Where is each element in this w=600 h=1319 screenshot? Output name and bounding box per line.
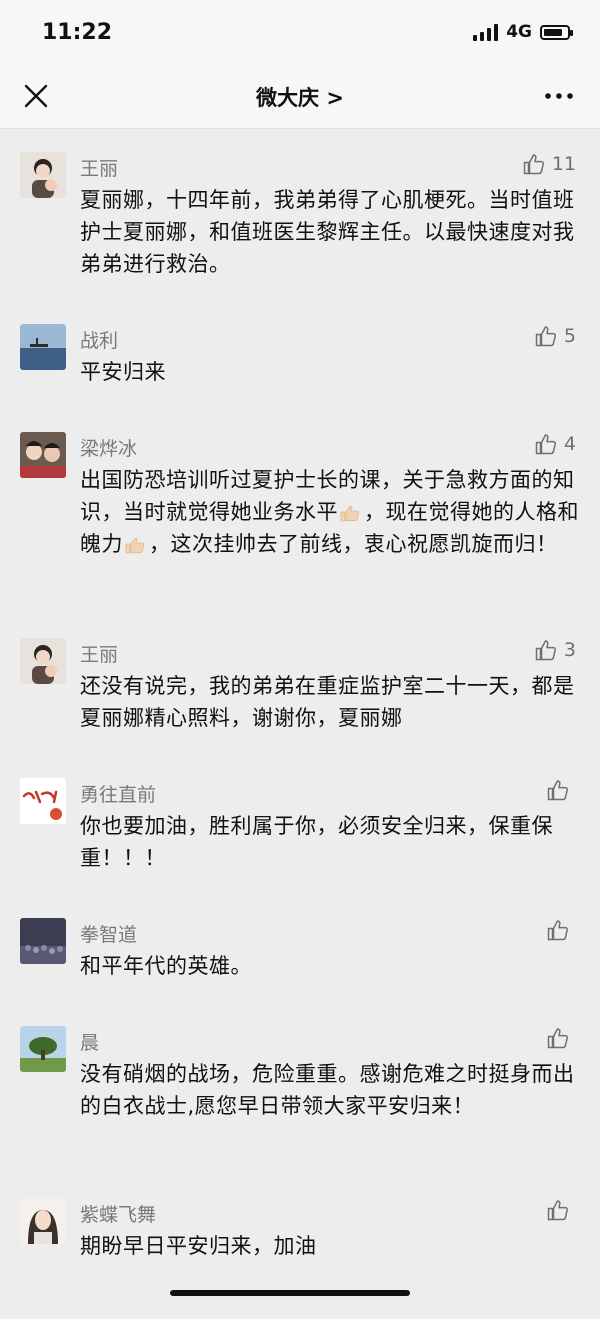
avatar-woman-portrait-icon bbox=[20, 1198, 66, 1244]
like-count: 5 bbox=[563, 325, 576, 347]
like-button[interactable] bbox=[546, 778, 576, 802]
avatar[interactable] bbox=[20, 918, 66, 964]
thumbs-up-icon bbox=[535, 434, 556, 455]
comment-text-part: ，这次挂帅去了前线，衷心祝愿凯旋而归！ bbox=[149, 532, 558, 556]
like-button[interactable]: 11 bbox=[522, 152, 576, 176]
avatar[interactable] bbox=[20, 432, 66, 478]
comment-text: 没有硝烟的战场，危险重重。感谢危难之时挺身而出的白衣战士,愿您早日带领大家平安归… bbox=[80, 1062, 575, 1118]
like-button[interactable]: 4 bbox=[534, 432, 576, 456]
avatar-seascape-icon bbox=[20, 324, 66, 370]
home-indicator[interactable] bbox=[170, 1290, 410, 1296]
avatar[interactable] bbox=[20, 1198, 66, 1244]
comment-author[interactable]: 紫蝶飞舞 bbox=[80, 1200, 156, 1227]
status-bar: 11:22 4G bbox=[0, 0, 600, 64]
status-time: 11:22 bbox=[42, 20, 113, 45]
avatar-crowd-icon bbox=[20, 918, 66, 964]
comment-text: 夏丽娜，十四年前，我弟弟得了心肌梗死。当时值班护士夏丽娜，和值班医生黎辉主任。以… bbox=[80, 188, 575, 276]
thumbs-up-icon bbox=[535, 640, 556, 661]
comment-text: 期盼早日平安归来，加油 bbox=[80, 1234, 317, 1258]
signal-icon bbox=[473, 23, 499, 41]
comment-text: 你也要加油，胜利属于你，必须安全归来，保重保重！！！ bbox=[80, 814, 553, 870]
like-button[interactable]: 3 bbox=[534, 638, 576, 662]
thumbs-up-emoji-icon bbox=[340, 505, 360, 522]
like-button[interactable] bbox=[546, 1198, 576, 1222]
avatar[interactable] bbox=[20, 638, 66, 684]
status-indicators: 4G bbox=[473, 22, 573, 42]
comment-author[interactable]: 王丽 bbox=[80, 154, 118, 181]
like-button[interactable] bbox=[546, 1026, 576, 1050]
more-icon[interactable] bbox=[542, 82, 576, 110]
thumbs-up-icon bbox=[535, 326, 556, 347]
like-count: 4 bbox=[563, 433, 576, 455]
avatar-woman-child-icon bbox=[20, 152, 66, 198]
avatar-calligraphy-icon bbox=[20, 778, 66, 824]
nav-bar: 微大庆 > bbox=[0, 64, 600, 129]
avatar[interactable] bbox=[20, 778, 66, 824]
comment-text: 还没有说完，我的弟弟在重症监护室二十一天，都是夏丽娜精心照料，谢谢你，夏丽娜 bbox=[80, 674, 575, 730]
thumbs-up-icon bbox=[547, 780, 569, 801]
like-button[interactable] bbox=[546, 918, 576, 942]
comment-author[interactable]: 勇往直前 bbox=[80, 780, 156, 807]
like-count: 3 bbox=[563, 639, 576, 661]
avatar[interactable] bbox=[20, 152, 66, 198]
network-type: 4G bbox=[506, 22, 532, 42]
comment-author[interactable]: 梁烨冰 bbox=[80, 434, 137, 461]
avatar[interactable] bbox=[20, 1026, 66, 1072]
comment-author[interactable]: 晨 bbox=[80, 1028, 99, 1055]
comment-author[interactable]: 战利 bbox=[80, 326, 118, 353]
avatar-tree-icon bbox=[20, 1026, 66, 1072]
avatar-woman-child-icon bbox=[20, 638, 66, 684]
comment-text: 平安归来 bbox=[80, 360, 166, 384]
thumbs-up-icon bbox=[547, 1200, 569, 1221]
comment-text: 出国防恐培训听过夏护士长的课，关于急救方面的知识，当时就觉得她业务水平 ，现在觉得… bbox=[80, 464, 580, 560]
like-button[interactable]: 5 bbox=[534, 324, 576, 348]
battery-icon bbox=[540, 24, 573, 40]
thumbs-up-icon bbox=[547, 920, 569, 941]
thumbs-up-icon bbox=[523, 154, 544, 175]
thumbs-up-icon bbox=[547, 1028, 569, 1049]
avatar-group-photo-icon bbox=[20, 432, 66, 478]
page-title[interactable]: 微大庆 > bbox=[0, 82, 600, 112]
thumbs-up-emoji-icon bbox=[125, 537, 145, 554]
like-count: 11 bbox=[551, 153, 576, 175]
comment-author[interactable]: 拳智道 bbox=[80, 920, 137, 947]
comment-text: 和平年代的英雄。 bbox=[80, 954, 252, 978]
avatar[interactable] bbox=[20, 324, 66, 370]
comment-author[interactable]: 王丽 bbox=[80, 640, 118, 667]
